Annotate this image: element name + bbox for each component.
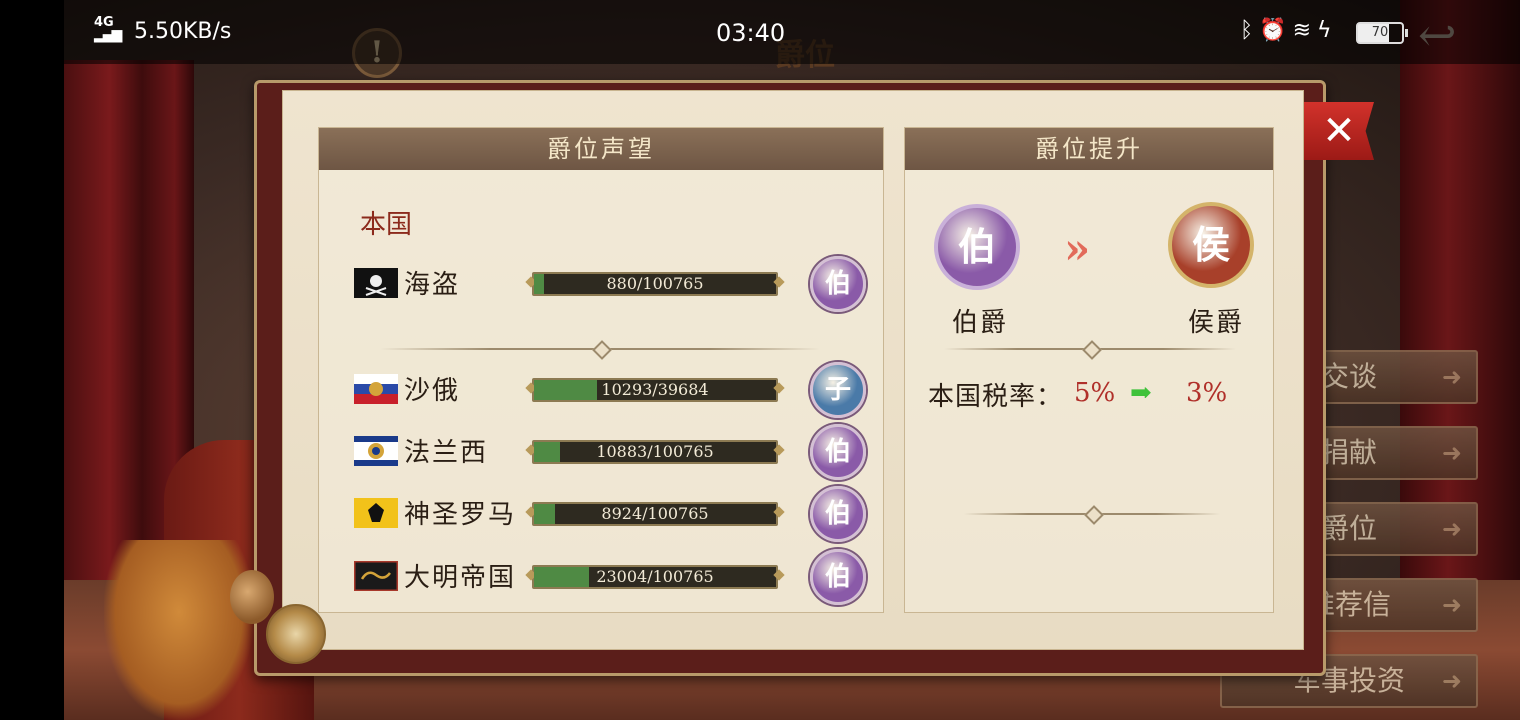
rank-badge[interactable]: 子: [810, 362, 866, 418]
progress-text: 880/100765: [606, 274, 704, 293]
bluetooth-icon: ᛒ: [1240, 18, 1260, 43]
arrow-right-icon: ➡: [1130, 378, 1152, 408]
promotion-panel: 爵位提升: [904, 127, 1274, 613]
chevron-right-icon: ➜: [1441, 439, 1462, 467]
compass-icon: [266, 604, 326, 664]
character-hair: [104, 540, 254, 720]
menu-talk-label: 交谈: [1320, 360, 1377, 393]
tax-rate-next: 3%: [1186, 378, 1228, 408]
next-rank-name: 侯爵: [1188, 308, 1245, 338]
rank-badge[interactable]: 伯: [810, 486, 866, 542]
reputation-progress-bar: 10883/100765: [532, 440, 778, 464]
nation-name: 法兰西: [404, 438, 489, 468]
ming-flag-icon: [354, 561, 398, 591]
reputation-progress-bar: 8924/100765: [532, 502, 778, 526]
status-bar: 4G ▂▄▆ 5.50KB/s 03:40 ᛒ⏰≋ϟ 70: [64, 0, 1520, 64]
compass-lid-decoration: [230, 570, 274, 624]
progress-text: 10883/100765: [596, 442, 714, 461]
reputation-header: 爵位声望: [319, 128, 883, 170]
russia-flag-icon: [354, 374, 398, 404]
rank-badge[interactable]: 伯: [810, 549, 866, 605]
promotion-header: 爵位提升: [905, 128, 1273, 170]
nation-row: 海盗 880/100765 伯: [354, 256, 874, 312]
rank-badge[interactable]: 伯: [810, 256, 866, 312]
chevron-right-icon: ➜: [1441, 363, 1462, 391]
charging-icon: ϟ: [1317, 18, 1338, 43]
progress-text: 23004/100765: [596, 567, 714, 586]
status-icons: ᛒ⏰≋ϟ: [1240, 18, 1338, 43]
nation-name: 神圣罗马: [404, 500, 517, 530]
tax-rate-label: 本国税率：: [928, 382, 1064, 412]
nation-name: 沙俄: [404, 376, 461, 406]
tax-rate-current: 5%: [1074, 378, 1116, 408]
current-rank-badge: 伯: [934, 204, 1020, 290]
chevron-right-icon: ➜: [1441, 515, 1462, 543]
signal-icon: 4G ▂▄▆: [94, 15, 122, 43]
battery-indicator: 70: [1356, 22, 1408, 44]
reputation-progress-bar: 10293/39684: [532, 378, 778, 402]
current-rank-name: 伯爵: [952, 308, 1009, 338]
reputation-progress-bar: 23004/100765: [532, 565, 778, 589]
france-flag-icon: [354, 436, 398, 466]
progress-text: 10293/39684: [601, 380, 709, 399]
menu-donate-label: 捐献: [1320, 436, 1377, 469]
close-button[interactable]: ✕: [1304, 102, 1374, 160]
nation-row: 神圣罗马 8924/100765 伯: [354, 486, 874, 542]
rank-badge[interactable]: 伯: [810, 424, 866, 480]
next-rank-badge: 侯: [1168, 202, 1254, 288]
divider: [380, 340, 820, 360]
home-nation-label: 本国: [360, 210, 413, 240]
wifi-icon: ≋: [1292, 18, 1318, 43]
chevron-right-icon: ➜: [1441, 591, 1462, 619]
promotion-arrow-icon: »: [1064, 224, 1091, 273]
nation-name: 大明帝国: [404, 563, 517, 593]
nation-row: 法兰西 10883/100765 伯: [354, 424, 874, 480]
progress-text: 8924/100765: [601, 504, 709, 523]
nation-row: 大明帝国 23004/100765 伯: [354, 549, 874, 605]
network-speed: 5.50KB/s: [134, 19, 232, 44]
chevron-right-icon: ➜: [1441, 667, 1462, 695]
pirate-flag-icon: [354, 268, 398, 298]
holy-roman-flag-icon: [354, 498, 398, 528]
clock: 03:40: [716, 19, 786, 47]
divider: [964, 505, 1220, 525]
nation-row: 沙俄 10293/39684 子: [354, 362, 874, 418]
reputation-progress-bar: 880/100765: [532, 272, 778, 296]
alarm-icon: ⏰: [1259, 18, 1293, 43]
nation-name: 海盗: [404, 270, 461, 300]
menu-title-label: 爵位: [1320, 512, 1377, 545]
divider: [944, 340, 1236, 360]
